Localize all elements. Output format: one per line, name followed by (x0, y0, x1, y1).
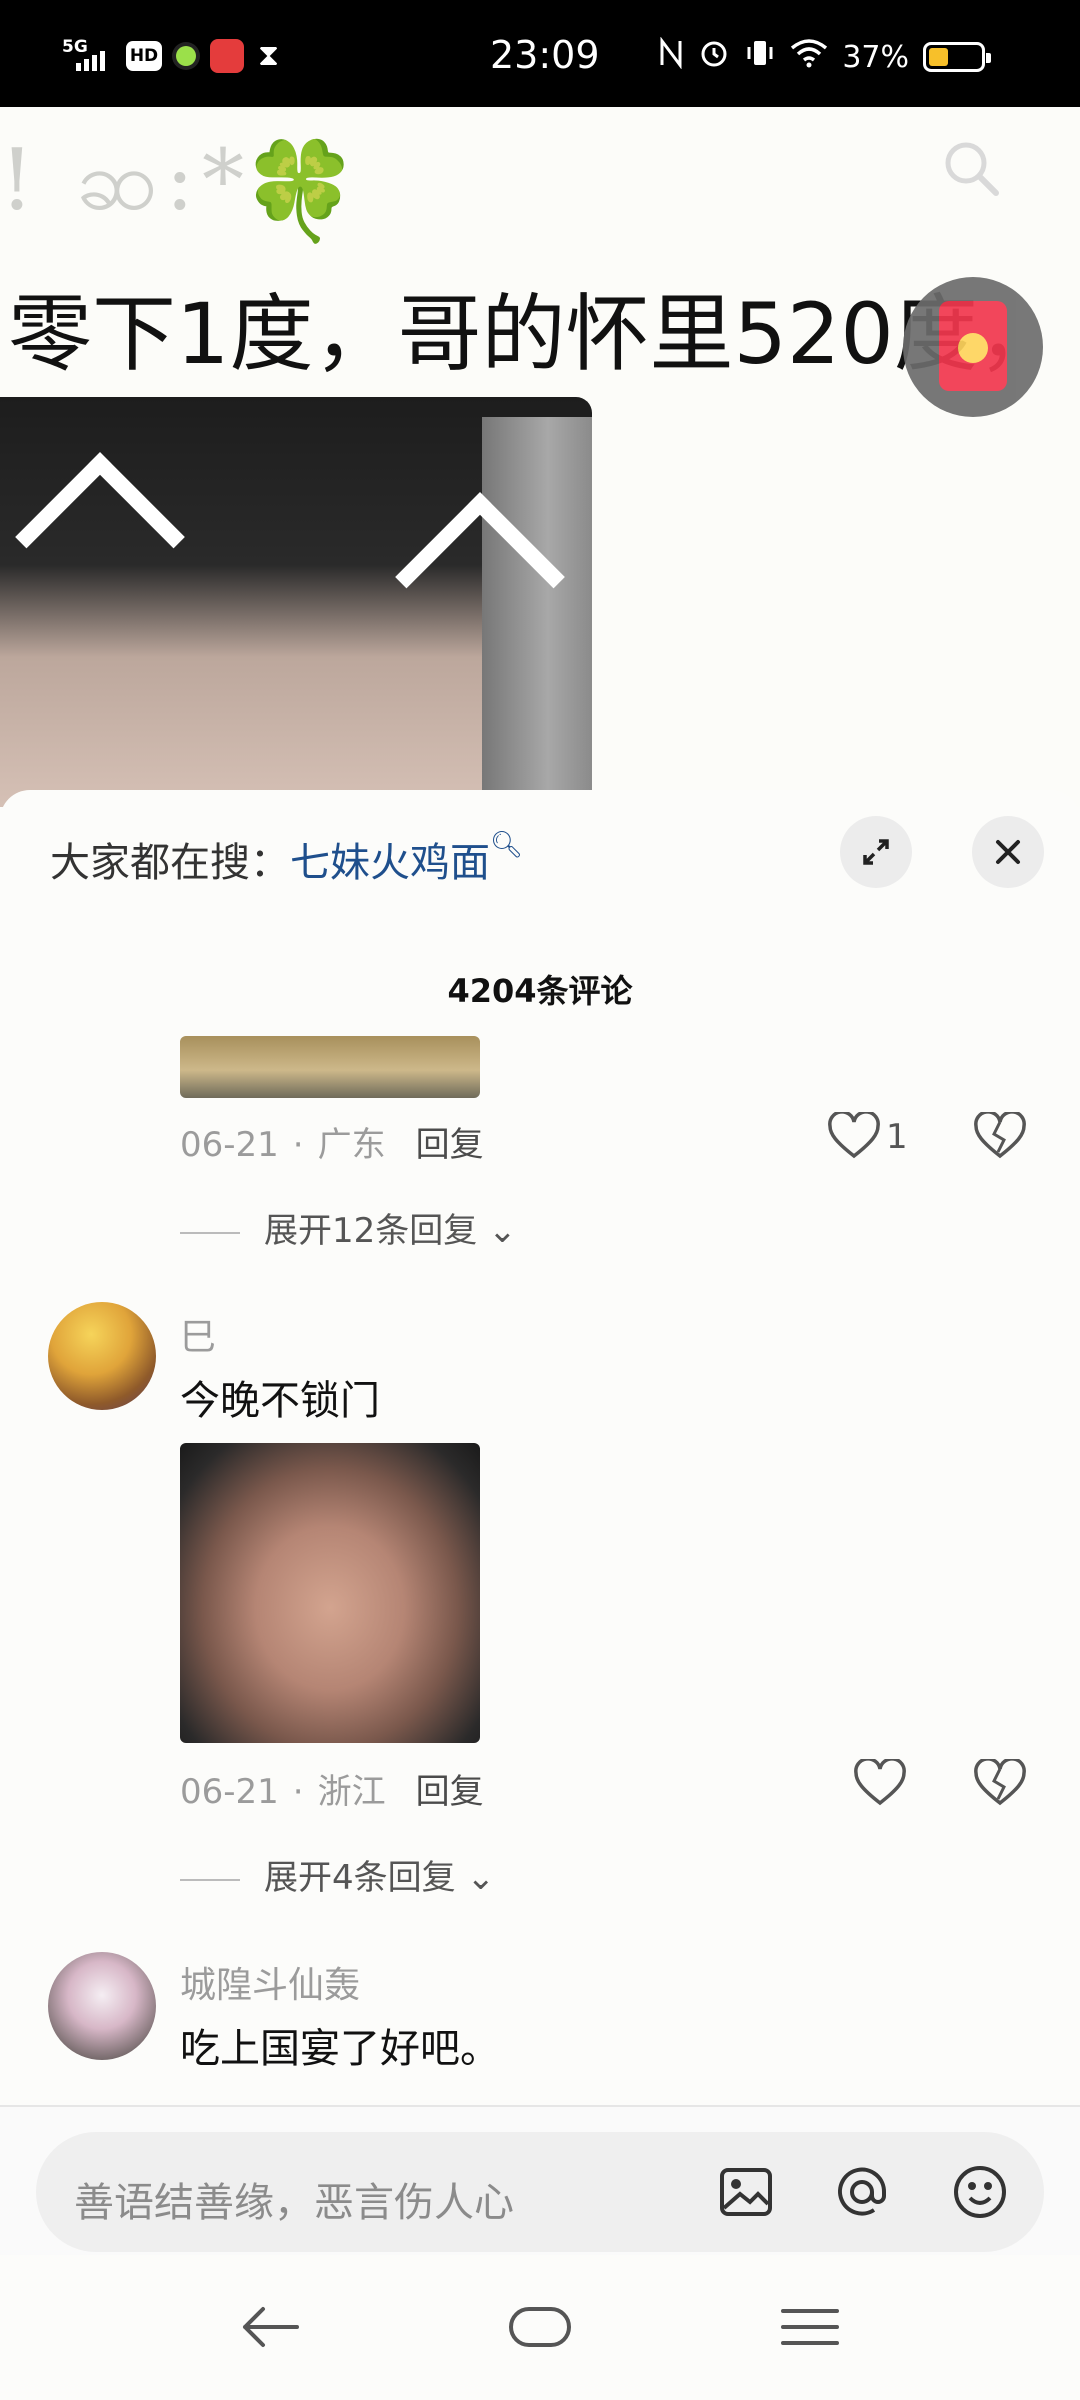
expand-sheet-button[interactable] (840, 816, 912, 888)
app-notification-icon (210, 38, 244, 73)
expand-replies-label: 展开4条回复 (264, 1858, 456, 1898)
search-icon[interactable] (940, 137, 1002, 199)
reply-button[interactable]: 回复 (416, 1772, 484, 1812)
avatar[interactable] (48, 1952, 156, 2060)
green-dot-icon (176, 45, 196, 66)
expand-replies-label: 展开12条回复 (264, 1211, 478, 1251)
post-title: 零下1度，哥的怀里520度， (8, 285, 1062, 383)
home-icon[interactable] (505, 2297, 575, 2357)
like-count: 1 (886, 1117, 908, 1157)
trending-search[interactable]: 大家都在搜：七妹火鸡面🔍︎ (50, 830, 523, 888)
vibrate-icon (744, 37, 776, 77)
hourglass-icon: ⧗ (258, 38, 280, 73)
status-time: 23:09 (490, 33, 600, 77)
red-packet-button[interactable] (903, 277, 1043, 417)
back-icon[interactable] (235, 2297, 305, 2357)
comment-input[interactable]: 善语结善缘，恶言伤人心 (36, 2132, 1044, 2252)
alarm-icon (698, 37, 730, 77)
comment-text: 吃上国宴了好吧。 (180, 2026, 500, 2072)
comment-username[interactable]: 巳 (180, 1308, 216, 1360)
trending-keyword[interactable]: 七妹火鸡面 (290, 840, 490, 886)
signal-icon: 5G (62, 37, 112, 73)
hd-icon: HD (126, 40, 162, 71)
emoji-icon[interactable] (946, 2158, 1014, 2226)
broken-heart-icon[interactable] (974, 1757, 1026, 1807)
image-icon[interactable] (712, 2158, 780, 2226)
broken-heart-icon[interactable] (974, 1110, 1026, 1160)
close-sheet-button[interactable] (972, 816, 1044, 888)
chevron-down-icon: ⌄ (488, 1211, 517, 1251)
expand-replies-button[interactable]: 展开4条回复 ⌄ (180, 1850, 495, 1899)
comment-image[interactable] (180, 1036, 480, 1098)
post-photo (0, 397, 592, 807)
comment-meta: 06-21 · 广东 回复 (180, 1125, 484, 1165)
comment-meta: 06-21 · 浙江 回复 (180, 1772, 484, 1812)
chevron-down-icon: ⌄ (466, 1858, 495, 1898)
comment-input-bar: 善语结善缘，恶言伤人心 (0, 2105, 1080, 2255)
post-subtitle: ! ဆ:* (0, 131, 252, 229)
battery-icon (923, 42, 991, 72)
navigation-bar (0, 2255, 1080, 2400)
post-background: ! ဆ:* 🍀 零下1度，哥的怀里520度， (0, 107, 1080, 807)
trending-label: 大家都在搜： (50, 840, 290, 886)
comment-username[interactable]: 城隍斗仙轰 (180, 1956, 360, 2008)
nfc-icon (658, 36, 684, 77)
menu-icon[interactable] (775, 2297, 845, 2357)
comment-date: 06-21 (180, 1125, 279, 1165)
comment-count: 4204条评论 (447, 972, 633, 1010)
wifi-icon (790, 38, 828, 76)
heart-icon[interactable] (828, 1110, 880, 1160)
battery-percent: 37% (842, 39, 909, 75)
avatar[interactable] (48, 1302, 156, 1410)
at-icon[interactable] (828, 2158, 896, 2226)
search-icon: 🔍︎ (490, 830, 524, 860)
comment-location: 广东 (317, 1125, 386, 1165)
comment-input-placeholder: 善语结善缘，恶言伤人心 (74, 2180, 514, 2226)
reply-button[interactable]: 回复 (416, 1125, 484, 1165)
comment-text: 今晚不锁门 (180, 1378, 380, 1424)
clover-icon: 🍀 (240, 135, 360, 247)
status-bar: 5G HD ⧗ 23:09 37% (0, 0, 1080, 107)
heart-icon[interactable] (854, 1757, 906, 1807)
comment-location: 浙江 (317, 1772, 386, 1812)
comment-date: 06-21 (180, 1772, 279, 1812)
comment-image[interactable] (180, 1443, 480, 1743)
expand-replies-button[interactable]: 展开12条回复 ⌄ (180, 1203, 517, 1252)
